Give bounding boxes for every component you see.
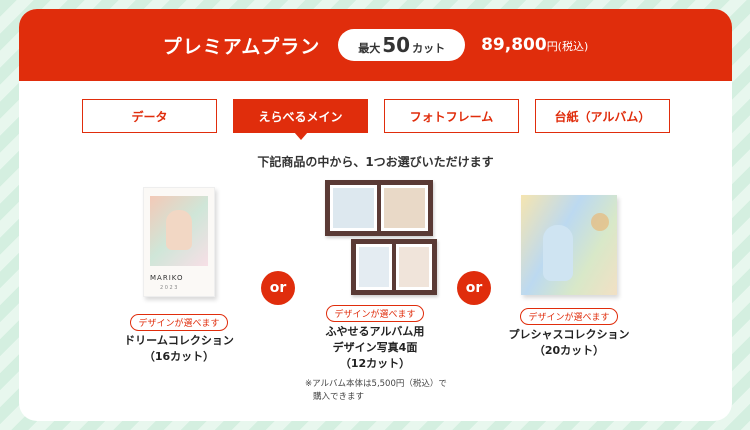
product-name-line: ドリームコレクション [124, 334, 234, 347]
tab-erabea-main[interactable]: えらべるメイン [233, 99, 368, 140]
frame-top [325, 180, 433, 236]
cover-name: MARIKO [150, 274, 184, 282]
baby-figure [166, 210, 192, 250]
max-cuts-unit: カット [412, 42, 446, 55]
tab-photo-frame[interactable]: フォトフレーム [384, 99, 519, 133]
product-name-line: ふやせるアルバム用 [325, 325, 425, 338]
product-name: ドリームコレクション （16カット） [109, 333, 249, 365]
plan-card: プレミアムプラン 最大 50 カット 89,800円(税込) データ えらべるメ… [19, 9, 732, 421]
design-badge: デザインが選べます [520, 308, 618, 325]
photo-frames-image [317, 180, 437, 295]
product-name: プレシャスコレクション （20カット） [499, 327, 639, 359]
tab-mount-album[interactable]: 台紙（アルバム） [535, 99, 670, 133]
product-dream-collection[interactable]: MARIKO 2 0 2 3 デザインが選べます ドリームコレクション （16カ… [109, 187, 249, 365]
plan-price: 89,800円(税込) [481, 35, 588, 55]
product-name-line: （16カット） [143, 350, 215, 363]
max-cuts-value: 50 [382, 33, 411, 57]
frame-bottom [351, 239, 437, 295]
precious-collection-image [521, 195, 617, 295]
baby-figure [543, 225, 573, 281]
note-line: ※アルバム本体は5,500円（税込）で [305, 379, 447, 389]
product-fuyaseru-album[interactable]: デザインが選べます ふやせるアルバム用 デザイン写真4面 （12カット） ※アル… [300, 180, 450, 404]
price-value: 89,800 [481, 35, 547, 55]
design-badge: デザインが選べます [130, 314, 228, 331]
cover-year: 2 0 2 3 [160, 285, 178, 291]
price-unit: 円(税込) [546, 40, 589, 53]
product-name-line: （12カット） [339, 357, 411, 370]
product-name-line: デザイン写真4面 [332, 341, 418, 354]
max-cuts-prefix: 最大 [358, 42, 381, 55]
product-name-line: （20カット） [533, 344, 605, 357]
product-name: ふやせるアルバム用 デザイン写真4面 （12カット） [300, 324, 450, 372]
product-name-line: プレシャスコレクション [508, 328, 630, 341]
dream-collection-image: MARIKO 2 0 2 3 [143, 187, 215, 297]
category-tabs: データ えらべるメイン フォトフレーム 台紙（アルバム） [82, 99, 670, 140]
design-badge: デザインが選べます [326, 305, 424, 322]
or-divider-1: or [261, 271, 295, 305]
selection-instruction: 下記商品の中から、1つお選びいただけます [257, 155, 494, 169]
album-note: ※アルバム本体は5,500円（税込）で 購入できます [305, 378, 450, 404]
tab-data[interactable]: データ [82, 99, 217, 133]
note-line: 購入できます [313, 392, 365, 402]
or-divider-2: or [457, 271, 491, 305]
decor-circle [591, 213, 609, 231]
plan-title: プレミアムプラン [162, 35, 321, 58]
max-cuts-pill: 最大 50 カット [338, 29, 466, 61]
plan-header: プレミアムプラン 最大 50 カット 89,800円(税込) [19, 9, 732, 81]
product-precious-collection[interactable]: デザインが選べます プレシャスコレクション （20カット） [499, 195, 639, 359]
